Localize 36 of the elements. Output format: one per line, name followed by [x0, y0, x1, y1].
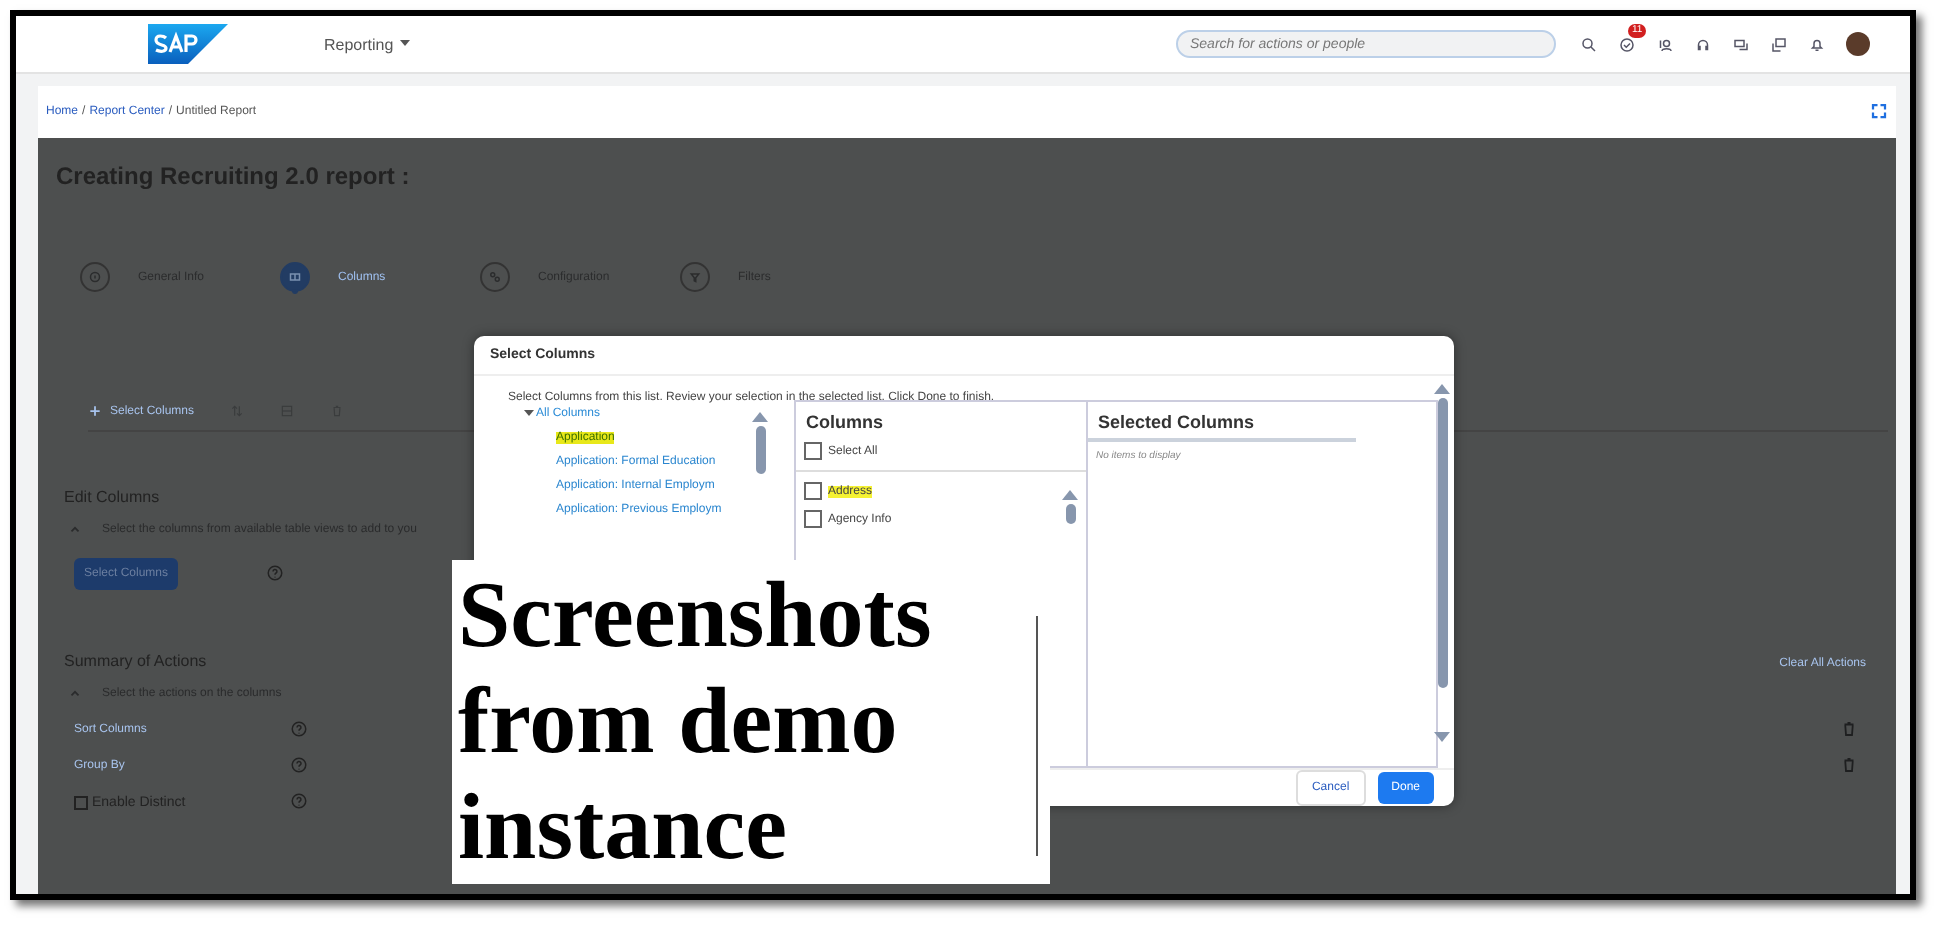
caption-overlay: Screenshots from demo instance	[452, 560, 1050, 884]
help-icon	[290, 792, 308, 810]
step-icon	[86, 268, 104, 286]
messages-icon	[1770, 35, 1788, 53]
chat-icon	[1732, 35, 1750, 53]
headset-icon	[1694, 35, 1712, 53]
checkbox[interactable]	[804, 482, 822, 500]
checkbox[interactable]	[804, 510, 822, 528]
collapse-icon	[68, 522, 82, 536]
search-icon	[1580, 35, 1598, 53]
step-icon	[486, 268, 504, 286]
people-icon	[1656, 35, 1674, 53]
scrollbar-thumb[interactable]	[755, 426, 765, 474]
collapse-icon	[68, 686, 82, 700]
trash-icon	[1840, 756, 1858, 774]
fullscreen-icon	[1870, 101, 1888, 119]
help-icon	[290, 720, 308, 738]
logo	[148, 24, 228, 64]
help-icon	[290, 756, 308, 774]
bell-icon	[1808, 35, 1826, 53]
plus-icon	[88, 404, 102, 418]
panel-heading: Selected Columns	[1088, 402, 1356, 442]
step-icon	[286, 268, 304, 286]
caret-icon	[399, 40, 410, 48]
trash-icon	[1840, 720, 1858, 738]
scrollbar-thumb[interactable]	[1437, 398, 1447, 688]
step-icon	[686, 268, 704, 286]
avatar[interactable]	[1846, 32, 1870, 56]
checkbox[interactable]	[74, 795, 88, 809]
check-circle-icon	[1618, 35, 1636, 53]
help-icon	[266, 564, 285, 582]
expand-caret-icon[interactable]	[524, 410, 534, 418]
panel-heading: Columns	[804, 410, 886, 436]
scroll-down-icon[interactable]	[1434, 732, 1450, 742]
scrollbar-thumb[interactable]	[1065, 504, 1075, 524]
reporting-menu[interactable]: Reporting	[324, 35, 410, 53]
